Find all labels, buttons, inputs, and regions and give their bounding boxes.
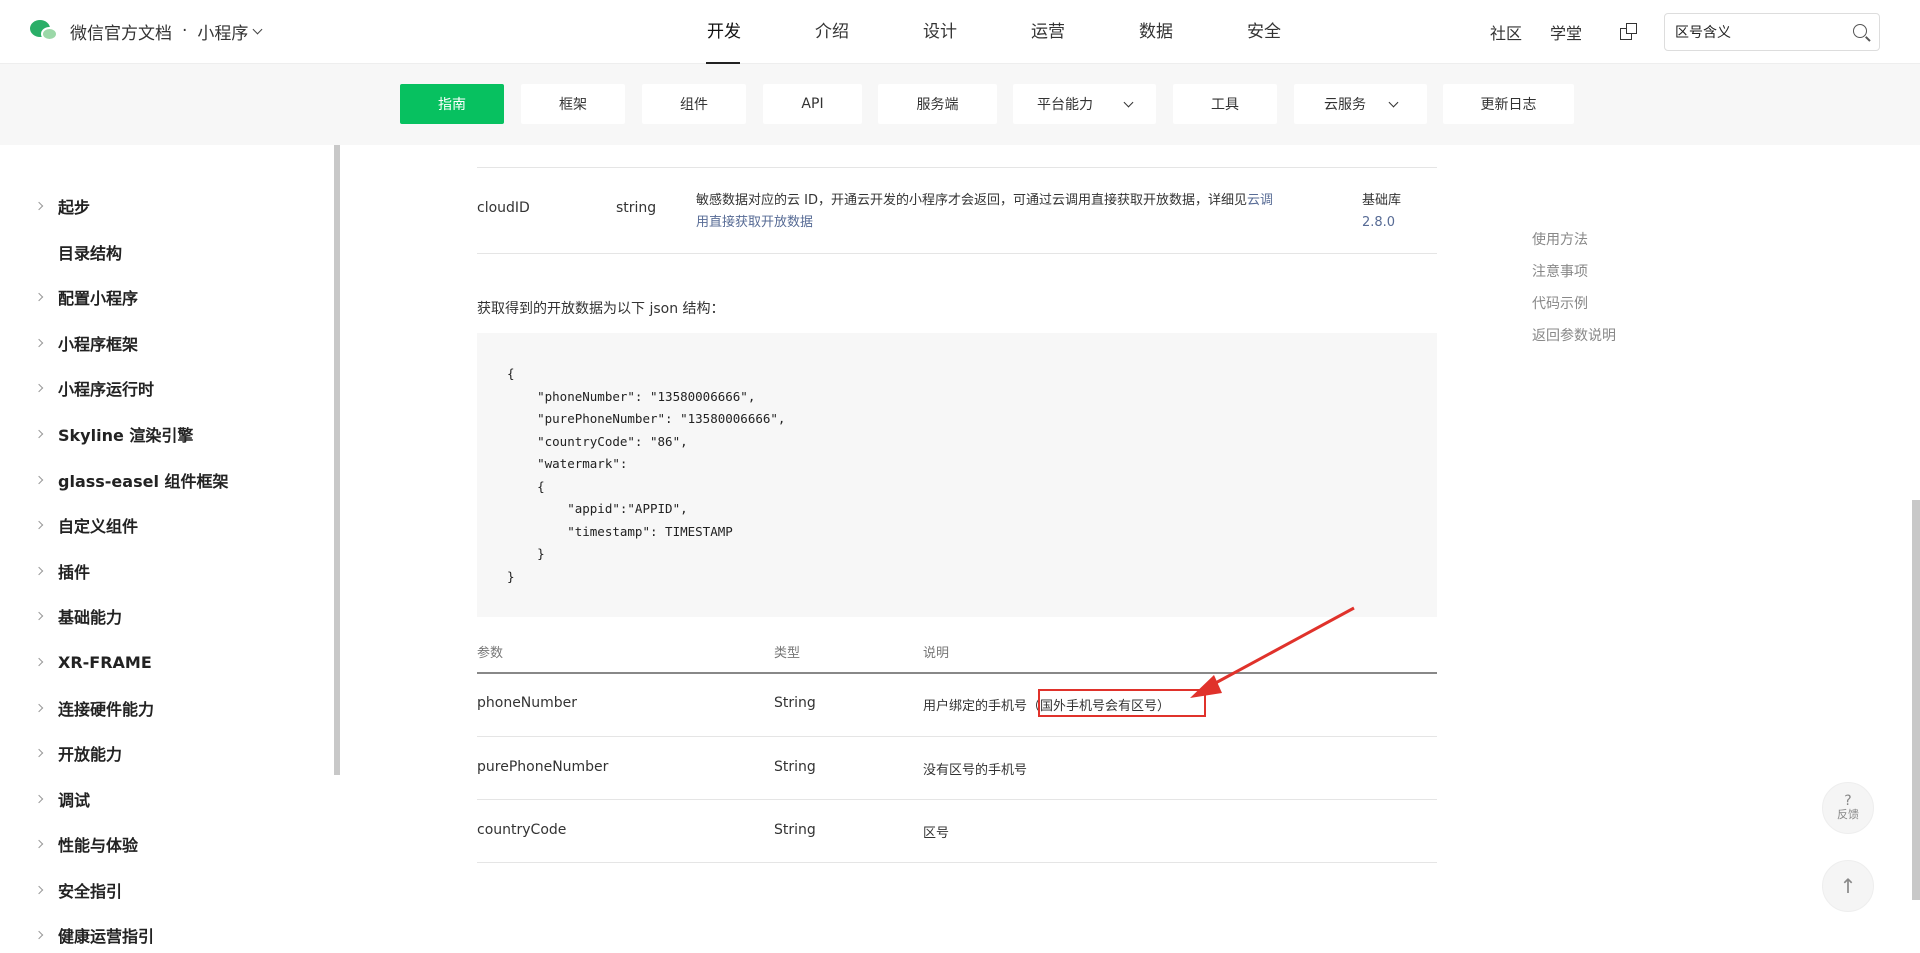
page-toc: 使用方法 注意事项 代码示例 返回参数说明 xyxy=(1532,228,1616,356)
back-to-top-button[interactable]: ↑ xyxy=(1822,860,1874,912)
toc-item-return[interactable]: 返回参数说明 xyxy=(1532,324,1616,356)
question-icon: ? xyxy=(1844,793,1852,809)
toc-item-notes[interactable]: 注意事项 xyxy=(1532,260,1616,292)
annotation-arrow-icon xyxy=(1190,606,1355,698)
feedback-button[interactable]: ? 反馈 xyxy=(1822,782,1874,834)
toc-item-usage[interactable]: 使用方法 xyxy=(1532,228,1616,260)
toc-item-example[interactable]: 代码示例 xyxy=(1532,292,1616,324)
page-scrollbar[interactable] xyxy=(1912,500,1920,900)
arrow-up-icon: ↑ xyxy=(1839,874,1857,898)
feedback-label: 反馈 xyxy=(1837,808,1859,821)
